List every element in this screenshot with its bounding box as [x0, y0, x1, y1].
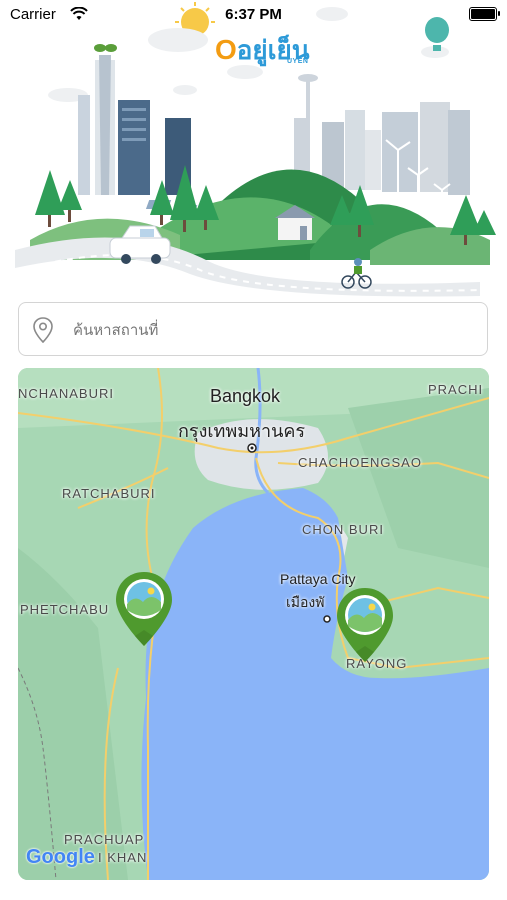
location-pin-icon [33, 317, 53, 343]
app-logo: Oอยู่เย็น UYEN [215, 34, 310, 65]
map-label-pattaya: Pattaya City [280, 571, 356, 587]
google-logo-text: Google [26, 846, 95, 868]
location-marker-east[interactable] [334, 586, 396, 666]
map-pin-icon [116, 572, 172, 646]
map-label-kanchanaburi: NCHANABURI [18, 386, 114, 401]
map-label-ratchaburi: RATCHABURI [62, 486, 156, 501]
app-logo-subtitle: UYEN [287, 58, 309, 65]
map-label-prachin: PRACHI [428, 382, 484, 397]
map-label-chachoengsao: CHACHOENGSAO [298, 455, 422, 470]
map-pin-icon [337, 588, 393, 662]
location-marker-west[interactable] [113, 570, 175, 650]
pattaya-dot-icon [323, 615, 331, 623]
google-attribution[interactable]: Google [26, 846, 95, 869]
map-label-chon-buri: CHON BURI [302, 522, 384, 537]
map-label-prachuap-2: I KHAN [98, 850, 148, 865]
map-label-phetchaburi: PHETCHABU [20, 602, 110, 617]
map-label-prachuap: PRACHUAP [64, 832, 145, 847]
map-view[interactable]: NCHANABURI Bangkok กรุงเทพมหานคร PRACHI … [18, 368, 489, 880]
header-illustration: Oอยู่เย็น UYEN [10, 0, 497, 300]
search-input[interactable] [71, 313, 475, 347]
map-label-pattaya-thai: เมืองพั [286, 594, 325, 610]
bangkok-dot-icon [247, 443, 257, 453]
map-label-bangkok: Bangkok [210, 386, 281, 406]
search-bar[interactable] [18, 302, 488, 356]
map-label-bangkok-thai: กรุงเทพมหานคร [178, 421, 306, 441]
